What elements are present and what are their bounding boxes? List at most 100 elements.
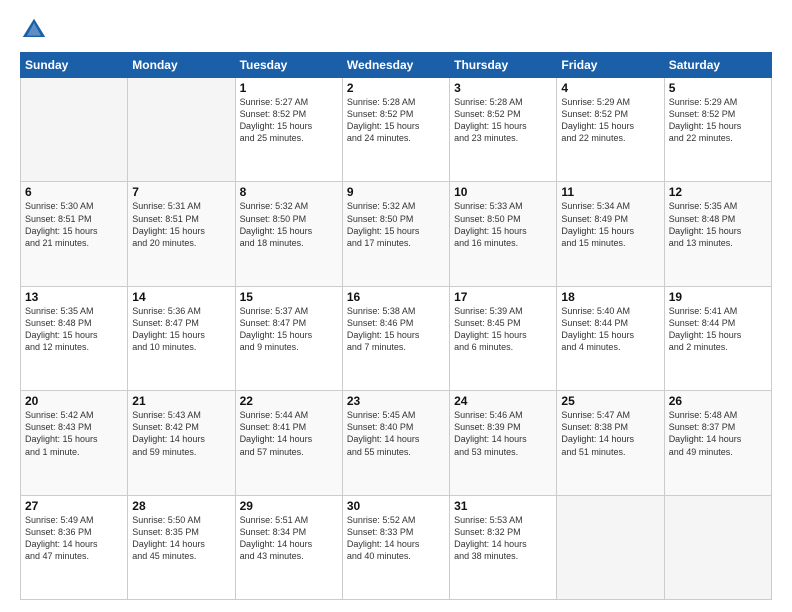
day-cell (21, 78, 128, 182)
day-cell: 14Sunrise: 5:36 AM Sunset: 8:47 PM Dayli… (128, 286, 235, 390)
day-number: 4 (561, 81, 659, 95)
logo-icon (20, 16, 48, 44)
day-info: Sunrise: 5:32 AM Sunset: 8:50 PM Dayligh… (347, 200, 445, 249)
day-info: Sunrise: 5:44 AM Sunset: 8:41 PM Dayligh… (240, 409, 338, 458)
day-info: Sunrise: 5:46 AM Sunset: 8:39 PM Dayligh… (454, 409, 552, 458)
day-info: Sunrise: 5:27 AM Sunset: 8:52 PM Dayligh… (240, 96, 338, 145)
day-cell: 15Sunrise: 5:37 AM Sunset: 8:47 PM Dayli… (235, 286, 342, 390)
day-number: 24 (454, 394, 552, 408)
day-cell (664, 495, 771, 599)
day-number: 3 (454, 81, 552, 95)
day-info: Sunrise: 5:39 AM Sunset: 8:45 PM Dayligh… (454, 305, 552, 354)
week-row-4: 20Sunrise: 5:42 AM Sunset: 8:43 PM Dayli… (21, 391, 772, 495)
day-number: 31 (454, 499, 552, 513)
col-header-sunday: Sunday (21, 53, 128, 78)
day-number: 28 (132, 499, 230, 513)
day-number: 2 (347, 81, 445, 95)
day-info: Sunrise: 5:50 AM Sunset: 8:35 PM Dayligh… (132, 514, 230, 563)
col-header-monday: Monday (128, 53, 235, 78)
day-number: 30 (347, 499, 445, 513)
day-number: 13 (25, 290, 123, 304)
day-cell: 4Sunrise: 5:29 AM Sunset: 8:52 PM Daylig… (557, 78, 664, 182)
page: SundayMondayTuesdayWednesdayThursdayFrid… (0, 0, 792, 612)
col-header-tuesday: Tuesday (235, 53, 342, 78)
day-info: Sunrise: 5:35 AM Sunset: 8:48 PM Dayligh… (669, 200, 767, 249)
day-info: Sunrise: 5:48 AM Sunset: 8:37 PM Dayligh… (669, 409, 767, 458)
day-cell: 17Sunrise: 5:39 AM Sunset: 8:45 PM Dayli… (450, 286, 557, 390)
day-number: 15 (240, 290, 338, 304)
day-number: 16 (347, 290, 445, 304)
day-cell: 20Sunrise: 5:42 AM Sunset: 8:43 PM Dayli… (21, 391, 128, 495)
header-row: SundayMondayTuesdayWednesdayThursdayFrid… (21, 53, 772, 78)
day-cell: 16Sunrise: 5:38 AM Sunset: 8:46 PM Dayli… (342, 286, 449, 390)
day-number: 22 (240, 394, 338, 408)
day-number: 11 (561, 185, 659, 199)
day-info: Sunrise: 5:41 AM Sunset: 8:44 PM Dayligh… (669, 305, 767, 354)
day-info: Sunrise: 5:33 AM Sunset: 8:50 PM Dayligh… (454, 200, 552, 249)
day-cell: 22Sunrise: 5:44 AM Sunset: 8:41 PM Dayli… (235, 391, 342, 495)
day-cell: 5Sunrise: 5:29 AM Sunset: 8:52 PM Daylig… (664, 78, 771, 182)
day-info: Sunrise: 5:29 AM Sunset: 8:52 PM Dayligh… (561, 96, 659, 145)
day-number: 19 (669, 290, 767, 304)
week-row-2: 6Sunrise: 5:30 AM Sunset: 8:51 PM Daylig… (21, 182, 772, 286)
day-number: 17 (454, 290, 552, 304)
day-cell: 19Sunrise: 5:41 AM Sunset: 8:44 PM Dayli… (664, 286, 771, 390)
day-cell: 27Sunrise: 5:49 AM Sunset: 8:36 PM Dayli… (21, 495, 128, 599)
day-cell: 3Sunrise: 5:28 AM Sunset: 8:52 PM Daylig… (450, 78, 557, 182)
day-info: Sunrise: 5:28 AM Sunset: 8:52 PM Dayligh… (454, 96, 552, 145)
day-number: 25 (561, 394, 659, 408)
day-number: 18 (561, 290, 659, 304)
day-cell: 23Sunrise: 5:45 AM Sunset: 8:40 PM Dayli… (342, 391, 449, 495)
day-info: Sunrise: 5:36 AM Sunset: 8:47 PM Dayligh… (132, 305, 230, 354)
day-number: 9 (347, 185, 445, 199)
day-info: Sunrise: 5:38 AM Sunset: 8:46 PM Dayligh… (347, 305, 445, 354)
week-row-1: 1Sunrise: 5:27 AM Sunset: 8:52 PM Daylig… (21, 78, 772, 182)
col-header-saturday: Saturday (664, 53, 771, 78)
day-number: 5 (669, 81, 767, 95)
day-info: Sunrise: 5:42 AM Sunset: 8:43 PM Dayligh… (25, 409, 123, 458)
day-number: 7 (132, 185, 230, 199)
day-cell: 21Sunrise: 5:43 AM Sunset: 8:42 PM Dayli… (128, 391, 235, 495)
day-cell: 31Sunrise: 5:53 AM Sunset: 8:32 PM Dayli… (450, 495, 557, 599)
day-cell: 24Sunrise: 5:46 AM Sunset: 8:39 PM Dayli… (450, 391, 557, 495)
col-header-thursday: Thursday (450, 53, 557, 78)
day-cell (557, 495, 664, 599)
day-number: 26 (669, 394, 767, 408)
day-info: Sunrise: 5:35 AM Sunset: 8:48 PM Dayligh… (25, 305, 123, 354)
day-number: 10 (454, 185, 552, 199)
col-header-wednesday: Wednesday (342, 53, 449, 78)
day-info: Sunrise: 5:52 AM Sunset: 8:33 PM Dayligh… (347, 514, 445, 563)
day-number: 1 (240, 81, 338, 95)
day-cell: 2Sunrise: 5:28 AM Sunset: 8:52 PM Daylig… (342, 78, 449, 182)
calendar-table: SundayMondayTuesdayWednesdayThursdayFrid… (20, 52, 772, 600)
day-number: 12 (669, 185, 767, 199)
day-info: Sunrise: 5:30 AM Sunset: 8:51 PM Dayligh… (25, 200, 123, 249)
week-row-5: 27Sunrise: 5:49 AM Sunset: 8:36 PM Dayli… (21, 495, 772, 599)
day-info: Sunrise: 5:28 AM Sunset: 8:52 PM Dayligh… (347, 96, 445, 145)
day-cell: 12Sunrise: 5:35 AM Sunset: 8:48 PM Dayli… (664, 182, 771, 286)
day-cell: 1Sunrise: 5:27 AM Sunset: 8:52 PM Daylig… (235, 78, 342, 182)
day-cell: 18Sunrise: 5:40 AM Sunset: 8:44 PM Dayli… (557, 286, 664, 390)
day-info: Sunrise: 5:53 AM Sunset: 8:32 PM Dayligh… (454, 514, 552, 563)
day-info: Sunrise: 5:51 AM Sunset: 8:34 PM Dayligh… (240, 514, 338, 563)
day-number: 23 (347, 394, 445, 408)
day-cell (128, 78, 235, 182)
day-info: Sunrise: 5:37 AM Sunset: 8:47 PM Dayligh… (240, 305, 338, 354)
day-info: Sunrise: 5:29 AM Sunset: 8:52 PM Dayligh… (669, 96, 767, 145)
week-row-3: 13Sunrise: 5:35 AM Sunset: 8:48 PM Dayli… (21, 286, 772, 390)
logo (20, 16, 52, 44)
day-cell: 9Sunrise: 5:32 AM Sunset: 8:50 PM Daylig… (342, 182, 449, 286)
day-cell: 6Sunrise: 5:30 AM Sunset: 8:51 PM Daylig… (21, 182, 128, 286)
day-info: Sunrise: 5:31 AM Sunset: 8:51 PM Dayligh… (132, 200, 230, 249)
day-info: Sunrise: 5:32 AM Sunset: 8:50 PM Dayligh… (240, 200, 338, 249)
day-cell: 11Sunrise: 5:34 AM Sunset: 8:49 PM Dayli… (557, 182, 664, 286)
day-cell: 7Sunrise: 5:31 AM Sunset: 8:51 PM Daylig… (128, 182, 235, 286)
day-cell: 13Sunrise: 5:35 AM Sunset: 8:48 PM Dayli… (21, 286, 128, 390)
day-info: Sunrise: 5:34 AM Sunset: 8:49 PM Dayligh… (561, 200, 659, 249)
day-info: Sunrise: 5:49 AM Sunset: 8:36 PM Dayligh… (25, 514, 123, 563)
day-info: Sunrise: 5:45 AM Sunset: 8:40 PM Dayligh… (347, 409, 445, 458)
day-number: 21 (132, 394, 230, 408)
day-number: 27 (25, 499, 123, 513)
day-number: 29 (240, 499, 338, 513)
day-info: Sunrise: 5:43 AM Sunset: 8:42 PM Dayligh… (132, 409, 230, 458)
